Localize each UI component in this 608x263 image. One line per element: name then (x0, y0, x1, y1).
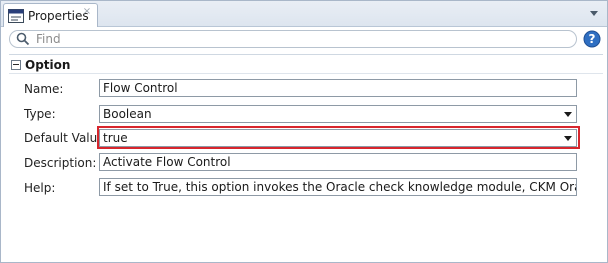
type-select[interactable]: Boolean (99, 105, 577, 123)
type-label: Type: (24, 107, 56, 121)
description-value: Activate Flow Control (103, 155, 231, 169)
default-value-value: true (103, 131, 128, 145)
help-value: If set to True, this option invokes the … (103, 180, 576, 194)
help-field[interactable]: If set to True, this option invokes the … (99, 178, 577, 196)
chevron-down-icon[interactable] (564, 136, 572, 141)
description-label: Description: (24, 156, 97, 170)
tab-strip: Properties × (1, 1, 607, 27)
section-divider (9, 54, 603, 55)
search-placeholder: Find (36, 32, 61, 46)
default-value-label: Default Value: (24, 131, 109, 145)
tab-properties[interactable]: Properties × (3, 3, 98, 27)
default-value-select[interactable]: true (99, 129, 577, 147)
name-field[interactable]: Flow Control (99, 79, 577, 97)
name-label: Name: (24, 82, 64, 96)
search-input[interactable]: Find (9, 30, 577, 48)
name-value: Flow Control (103, 81, 178, 95)
panel-menu-icon[interactable] (589, 7, 599, 17)
collapse-icon[interactable] (11, 60, 21, 70)
svg-text:?: ? (589, 32, 596, 46)
section-title: Option (25, 58, 71, 72)
type-value: Boolean (103, 107, 152, 121)
tab-label: Properties (28, 8, 89, 23)
section-header-option[interactable]: Option (11, 58, 70, 72)
properties-icon (8, 8, 24, 23)
section-underline (9, 73, 603, 74)
description-field[interactable]: Activate Flow Control (99, 153, 577, 171)
help-label: Help: (24, 181, 56, 195)
properties-window: Properties × Find ? Option Name: Flow Co… (0, 0, 608, 263)
help-icon[interactable]: ? (583, 30, 601, 48)
search-icon (16, 32, 30, 46)
close-icon[interactable]: × (82, 7, 92, 17)
chevron-down-icon[interactable] (564, 112, 572, 117)
